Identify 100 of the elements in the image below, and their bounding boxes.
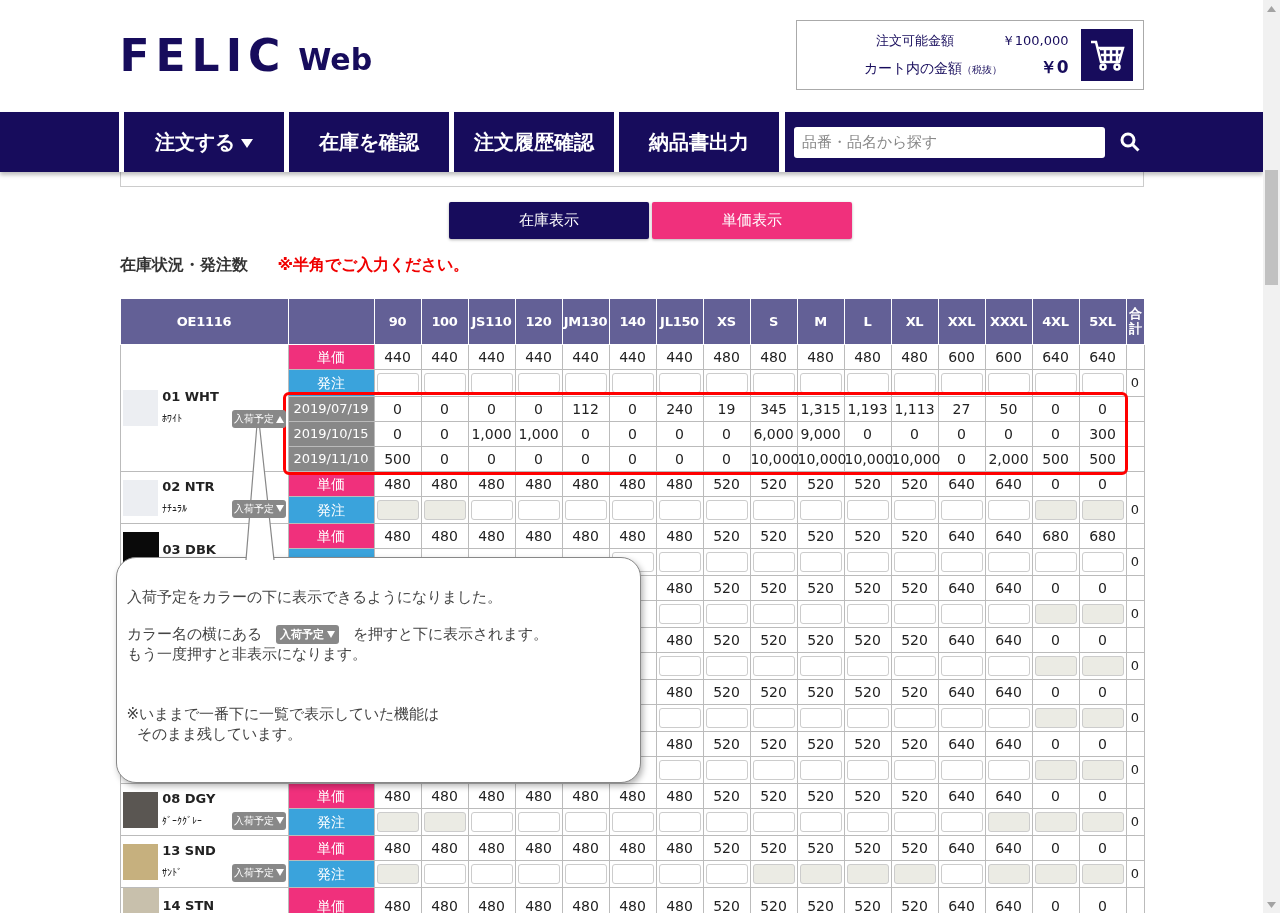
scrollbar[interactable] xyxy=(1263,0,1280,913)
order-quantity-field[interactable] xyxy=(940,708,983,728)
order-quantity-field[interactable] xyxy=(423,373,466,393)
order-quantity-field[interactable] xyxy=(1081,552,1124,572)
order-quantity-field[interactable] xyxy=(1034,552,1077,572)
order-quantity-field[interactable] xyxy=(705,604,748,624)
order-quantity-field[interactable] xyxy=(752,760,795,780)
order-quantity-field[interactable] xyxy=(893,708,936,728)
scroll-down-icon[interactable] xyxy=(1267,901,1276,908)
order-quantity-field[interactable] xyxy=(799,656,842,676)
order-quantity-field[interactable] xyxy=(517,500,560,520)
order-quantity-field[interactable] xyxy=(564,373,607,393)
order-quantity-field[interactable] xyxy=(752,812,795,832)
order-quantity-field[interactable] xyxy=(940,552,983,572)
nav-item[interactable]: 注文履歴確認 xyxy=(449,112,614,172)
arrival-toggle-button[interactable]: 入荷予定 xyxy=(231,863,286,882)
nav-item[interactable]: 注文する xyxy=(119,112,284,172)
order-quantity-field[interactable] xyxy=(846,656,889,676)
order-quantity-field[interactable] xyxy=(893,373,936,393)
order-quantity-field[interactable] xyxy=(470,812,513,832)
arrival-toggle-button[interactable]: 入荷予定 xyxy=(231,499,286,518)
order-quantity-field[interactable] xyxy=(658,656,701,676)
order-quantity-field[interactable] xyxy=(752,604,795,624)
order-quantity-field[interactable] xyxy=(987,656,1030,676)
order-quantity-field[interactable] xyxy=(658,552,701,572)
order-quantity-field[interactable] xyxy=(705,864,748,884)
scroll-up-icon[interactable] xyxy=(1267,5,1276,12)
order-quantity-field[interactable] xyxy=(658,604,701,624)
order-quantity-field[interactable] xyxy=(893,500,936,520)
nav-item[interactable]: 納品書出力 xyxy=(614,112,779,172)
order-quantity-field[interactable] xyxy=(940,373,983,393)
order-quantity-field[interactable] xyxy=(611,864,654,884)
order-quantity-field[interactable] xyxy=(893,760,936,780)
order-quantity-field[interactable] xyxy=(799,500,842,520)
order-quantity-field[interactable] xyxy=(987,708,1030,728)
order-quantity-field[interactable] xyxy=(658,373,701,393)
cart-button[interactable] xyxy=(1080,29,1133,81)
order-quantity-field[interactable] xyxy=(752,500,795,520)
order-quantity-field[interactable] xyxy=(658,864,701,884)
order-quantity-field[interactable] xyxy=(705,656,748,676)
order-quantity-field[interactable] xyxy=(799,708,842,728)
order-quantity-field[interactable] xyxy=(846,604,889,624)
order-quantity-field[interactable] xyxy=(799,604,842,624)
order-quantity-field[interactable] xyxy=(705,373,748,393)
search-field[interactable]: 品番・品名から探す xyxy=(794,126,1105,158)
order-quantity-field[interactable] xyxy=(846,708,889,728)
arrival-toggle-button[interactable]: 入荷予定 xyxy=(231,410,286,428)
order-quantity-field[interactable] xyxy=(1081,373,1124,393)
order-quantity-field[interactable] xyxy=(752,708,795,728)
order-quantity-field[interactable] xyxy=(564,864,607,884)
order-quantity-field[interactable] xyxy=(940,760,983,780)
view-toggle-tab[interactable]: 在庫表示 xyxy=(449,202,649,239)
order-quantity-field[interactable] xyxy=(846,760,889,780)
order-quantity-field[interactable] xyxy=(987,604,1030,624)
order-quantity-field[interactable] xyxy=(940,656,983,676)
order-quantity-field[interactable] xyxy=(705,812,748,832)
logo[interactable]: FELIC xyxy=(119,34,287,78)
order-quantity-field[interactable] xyxy=(1034,373,1077,393)
order-quantity-field[interactable] xyxy=(752,373,795,393)
order-quantity-field[interactable] xyxy=(611,500,654,520)
order-quantity-field[interactable] xyxy=(893,552,936,572)
order-quantity-field[interactable] xyxy=(611,373,654,393)
order-quantity-field[interactable] xyxy=(893,656,936,676)
order-quantity-field[interactable] xyxy=(470,500,513,520)
order-quantity-field[interactable] xyxy=(987,500,1030,520)
order-quantity-field[interactable] xyxy=(893,604,936,624)
order-quantity-field[interactable] xyxy=(846,552,889,572)
order-quantity-field[interactable] xyxy=(470,373,513,393)
order-quantity-field[interactable] xyxy=(940,864,983,884)
order-quantity-field[interactable] xyxy=(799,373,842,393)
order-quantity-field[interactable] xyxy=(705,500,748,520)
order-quantity-field[interactable] xyxy=(799,812,842,832)
arrival-toggle-button[interactable]: 入荷予定 xyxy=(231,811,286,830)
order-quantity-field[interactable] xyxy=(564,812,607,832)
order-quantity-field[interactable] xyxy=(799,552,842,572)
order-quantity-field[interactable] xyxy=(940,812,983,832)
order-quantity-field[interactable] xyxy=(987,373,1030,393)
scroll-thumb[interactable] xyxy=(1265,170,1278,285)
search-icon[interactable] xyxy=(1119,131,1141,153)
order-quantity-field[interactable] xyxy=(564,500,607,520)
order-quantity-field[interactable] xyxy=(940,500,983,520)
order-quantity-field[interactable] xyxy=(611,812,654,832)
order-quantity-field[interactable] xyxy=(658,708,701,728)
order-quantity-field[interactable] xyxy=(846,812,889,832)
order-quantity-field[interactable] xyxy=(470,864,513,884)
order-quantity-field[interactable] xyxy=(799,760,842,780)
order-quantity-field[interactable] xyxy=(752,552,795,572)
order-quantity-field[interactable] xyxy=(846,500,889,520)
order-quantity-field[interactable] xyxy=(658,760,701,780)
order-quantity-field[interactable] xyxy=(517,812,560,832)
order-quantity-field[interactable] xyxy=(752,656,795,676)
order-quantity-field[interactable] xyxy=(423,864,466,884)
order-quantity-field[interactable] xyxy=(517,373,560,393)
order-quantity-field[interactable] xyxy=(376,373,419,393)
order-quantity-field[interactable] xyxy=(940,604,983,624)
nav-item[interactable]: 在庫を確認 xyxy=(284,112,449,172)
order-quantity-field[interactable] xyxy=(658,500,701,520)
order-quantity-field[interactable] xyxy=(705,552,748,572)
view-toggle-tab[interactable]: 単価表示 xyxy=(652,202,852,239)
order-quantity-field[interactable] xyxy=(846,373,889,393)
